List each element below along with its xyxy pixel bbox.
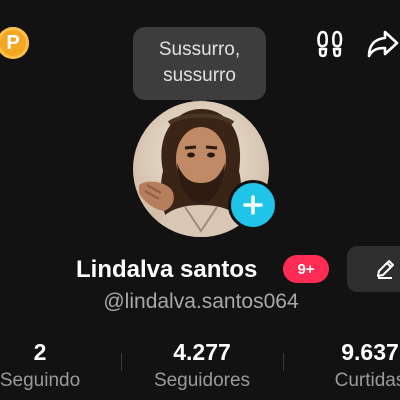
notification-badge[interactable]: 9+ xyxy=(283,255,329,283)
stat-divider xyxy=(121,353,122,371)
profile-name: Lindalva santos xyxy=(76,256,258,283)
stat-followers[interactable]: 4.277 Seguidores xyxy=(142,338,262,394)
tooltip-bubble: Sussurro, sussurro xyxy=(133,27,266,100)
stat-likes[interactable]: 9.637 Curtidas xyxy=(320,338,400,394)
stat-following-value: 2 xyxy=(33,339,47,365)
edit-profile-button[interactable] xyxy=(347,246,400,292)
pencil-icon xyxy=(377,260,394,279)
tooltip-text: Sussurro, sussurro xyxy=(158,39,241,86)
stat-divider xyxy=(283,353,284,371)
stat-following-label: Seguindo xyxy=(0,370,81,391)
add-friend-button[interactable] xyxy=(228,180,278,230)
stat-likes-label: Curtidas xyxy=(334,370,400,391)
plus-icon xyxy=(243,195,263,215)
coin-label: P xyxy=(6,31,20,54)
share-icon[interactable] xyxy=(363,24,400,64)
stat-following[interactable]: 2 Seguindo xyxy=(0,338,90,394)
stat-followers-value: 4.277 xyxy=(173,339,231,365)
profile-handle: @lindalva.santos064 xyxy=(103,290,299,313)
coin-icon[interactable]: P xyxy=(0,27,29,59)
stat-followers-label: Seguidores xyxy=(153,370,251,391)
stat-likes-value: 9.637 xyxy=(341,339,399,365)
footprints-icon[interactable] xyxy=(310,24,350,64)
profile-screen: P Sussurro, sussurro Lindalva santos 9+ … xyxy=(0,0,400,400)
